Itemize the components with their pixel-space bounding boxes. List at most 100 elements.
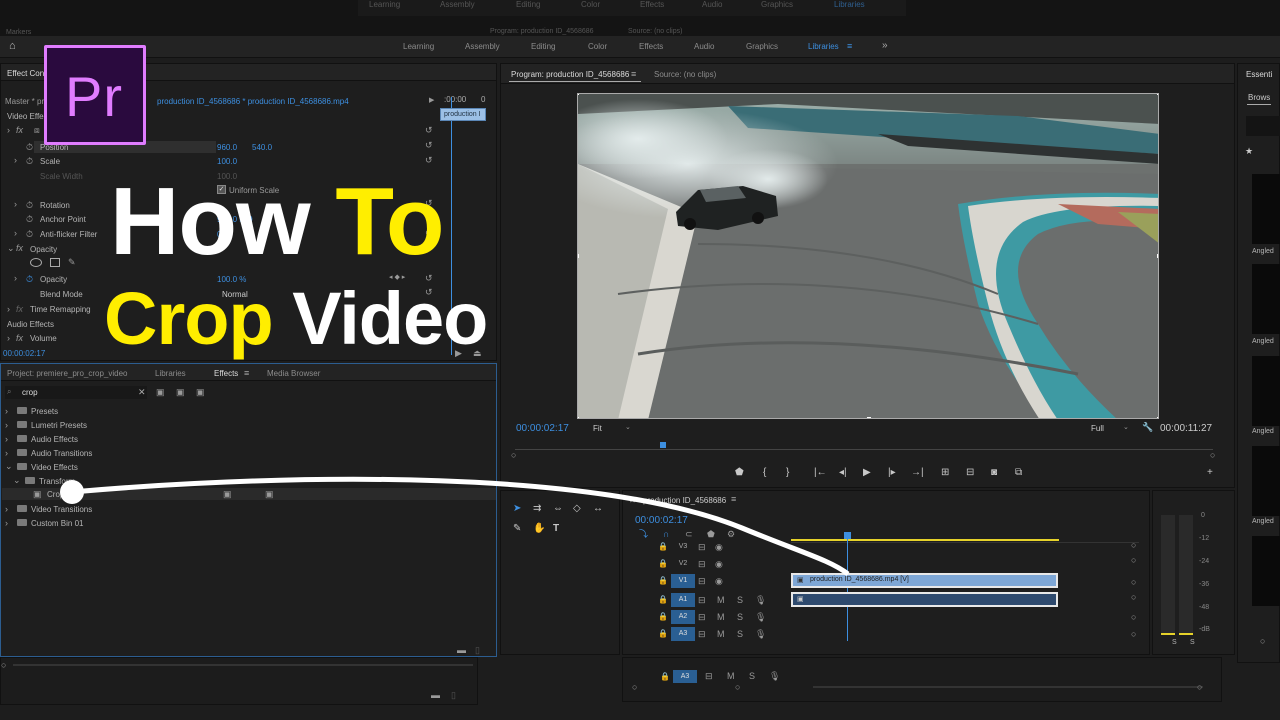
transform-handle[interactable] (1157, 94, 1158, 95)
play-button[interactable]: ▶ (863, 467, 871, 479)
expand-arrow-icon[interactable]: › (5, 420, 8, 430)
reset-icon[interactable]: ↺ (425, 125, 433, 135)
add-marker-button[interactable]: ⬟ (735, 467, 744, 479)
timeline-timecode[interactable]: 00:00:02:17 (635, 515, 688, 526)
expand-arrow-icon[interactable]: › (14, 228, 17, 238)
lock-icon[interactable]: 🔒 (658, 559, 668, 569)
scrubber-start-handle[interactable]: ○ (511, 450, 516, 460)
scroll-handle-icon[interactable]: ○ (1131, 555, 1136, 565)
expand-arrow-icon[interactable]: › (5, 504, 8, 514)
zoom-handle-icon[interactable]: ○ (735, 682, 740, 692)
eye-icon[interactable]: ◉ (715, 576, 723, 586)
solo-icon[interactable]: S (737, 629, 743, 639)
mute-icon[interactable]: M (727, 671, 735, 681)
sync-lock-icon[interactable]: ⊟ (698, 576, 706, 586)
32bit-effects-icon[interactable]: ▣ (176, 387, 185, 397)
track-label[interactable]: A3 (671, 627, 695, 641)
tree-item-transform[interactable]: Transform (39, 477, 75, 486)
sync-lock-icon[interactable]: ⊟ (698, 612, 706, 622)
tab-menu-icon[interactable]: ≡ (244, 368, 249, 378)
track-label[interactable]: A2 (671, 610, 695, 624)
eye-icon[interactable]: ◉ (715, 542, 723, 552)
lock-icon[interactable]: 🔒 (658, 595, 668, 605)
solo-button[interactable]: S (1190, 639, 1195, 646)
fx-icon[interactable]: fx (16, 333, 23, 343)
position-y-value[interactable]: 540.0 (252, 143, 272, 152)
chevron-down-icon[interactable]: ⌄ (625, 423, 631, 433)
track-select-icon[interactable]: ⇉ (533, 503, 541, 515)
scroll-handle-icon[interactable]: ○ (1131, 629, 1136, 639)
timeline-playhead[interactable] (847, 535, 848, 641)
program-scrubber[interactable] (515, 449, 1213, 455)
workspace-tab-assembly[interactable]: Assembly (465, 42, 500, 51)
sync-lock-icon[interactable]: ⊟ (698, 629, 706, 639)
program-playhead[interactable] (660, 442, 666, 448)
solo-icon[interactable]: S (737, 612, 743, 622)
camera-icon[interactable]: ◙ (991, 467, 997, 479)
go-to-in-button[interactable]: |← (814, 467, 827, 479)
new-bin-icon[interactable]: ▬ (431, 690, 440, 700)
expand-arrow-icon[interactable]: › (5, 518, 8, 528)
scroll-handle-icon[interactable]: ○ (1131, 577, 1136, 587)
timeline-title[interactable]: production ID_4568686 (643, 496, 726, 505)
home-icon[interactable]: ⌂ (9, 40, 16, 52)
track-label[interactable]: V2 (671, 557, 695, 571)
expand-arrow-icon[interactable]: › (5, 434, 8, 444)
slip-icon[interactable]: ↔ (593, 503, 603, 515)
workspace-tab-editing[interactable]: Editing (531, 42, 555, 51)
ripple-edit-icon[interactable]: ⇔ (553, 503, 563, 515)
snap-icon[interactable]: ∩ (663, 529, 669, 539)
selection-tool-icon[interactable]: ➤ (513, 503, 521, 515)
workspace-tab-color[interactable]: Color (588, 42, 607, 51)
mic-icon[interactable]: 🎙 (755, 612, 766, 622)
zoom-handle-icon[interactable]: ○ (1, 660, 6, 670)
transform-handle[interactable] (578, 417, 579, 418)
trash-icon[interactable]: ▯ (451, 690, 456, 700)
effects-search-box[interactable]: ⌕ crop ✕ (5, 386, 147, 399)
rect-mask-icon[interactable] (50, 258, 60, 267)
track-header-v1[interactable]: 🔒 V1 ⊟ ◉ (653, 574, 789, 590)
scale-value[interactable]: 100.0 (217, 157, 237, 166)
expand-arrow-icon[interactable]: › (14, 155, 17, 165)
clear-search-icon[interactable]: ✕ (138, 387, 146, 398)
mic-icon[interactable]: 🎙 (755, 595, 766, 605)
add-button-icon[interactable]: + (1207, 467, 1213, 479)
track-header-a3[interactable]: 🔒 A3 ⊟ M S 🎙 (653, 627, 789, 643)
track-header-a2[interactable]: 🔒 A2 ⊟ M S 🎙 (653, 610, 789, 626)
extract-button[interactable]: ⊟ (966, 467, 974, 479)
transform-handle[interactable] (578, 254, 579, 258)
workspace-tab-libraries[interactable]: Libraries (808, 42, 839, 51)
stopwatch-icon[interactable]: ⏱ (26, 214, 33, 224)
workspace-overflow-icon[interactable]: » (882, 40, 888, 51)
scroll-handle-icon[interactable]: ○ (1131, 540, 1136, 550)
mic-icon[interactable]: 🎙 (769, 671, 780, 681)
template-thumb[interactable] (1252, 536, 1280, 606)
expand-arrow-icon[interactable]: › (14, 199, 17, 209)
collapse-arrow-icon[interactable]: ⌄ (7, 243, 15, 253)
template-thumb[interactable] (1252, 174, 1280, 244)
video-frame[interactable] (577, 93, 1159, 419)
quality-dropdown[interactable]: Full (1091, 424, 1104, 433)
program-menu-icon[interactable]: ≡ (631, 69, 636, 79)
scrubber-end-handle[interactable]: ○ (1210, 450, 1215, 460)
transform-handle[interactable] (1157, 254, 1158, 258)
linked-selection-icon[interactable]: ⊂ (685, 529, 693, 539)
new-bin-icon[interactable]: ▬ (457, 645, 466, 655)
workspace-menu-icon[interactable]: ≡ (847, 41, 852, 51)
sync-lock-icon[interactable]: ⊟ (705, 671, 713, 681)
lock-icon[interactable]: 🔒 (658, 576, 668, 586)
browse-dropdown[interactable] (1246, 116, 1280, 136)
tab-browse[interactable]: Brows (1248, 93, 1270, 102)
zoom-handle-icon[interactable]: ○ (1260, 636, 1265, 646)
reset-icon[interactable]: ↺ (425, 155, 433, 165)
pen-icon[interactable]: ✎ (513, 523, 521, 535)
nest-icon[interactable]: ⤵ (639, 529, 648, 539)
expand-arrow-icon[interactable]: › (7, 125, 10, 135)
tab-source[interactable]: Source: (no clips) (654, 70, 716, 79)
sync-lock-icon[interactable]: ⊟ (698, 559, 706, 569)
step-forward-button[interactable]: |▸ (888, 467, 896, 479)
tab-libraries[interactable]: Libraries (155, 369, 186, 378)
track-header-v3[interactable]: 🔒 V3 ⊟ ◉ (653, 540, 789, 556)
tree-item-audio-effects[interactable]: Audio Effects (31, 435, 78, 444)
tab-program[interactable]: Program: production ID_4568686 (511, 70, 629, 79)
